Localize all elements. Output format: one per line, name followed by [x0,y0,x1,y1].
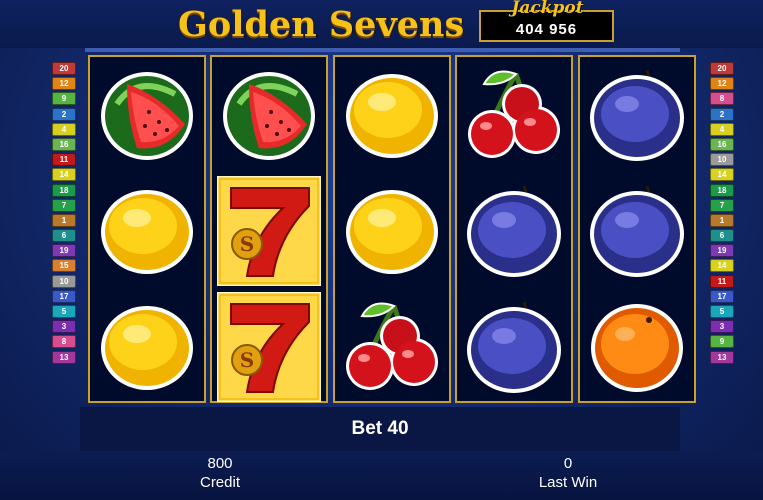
payline-badge-right-3[interactable]: 3 [710,320,734,334]
seven-icon: S [212,173,326,288]
lemon-icon [335,173,449,288]
payline-indicators-right: 20 12 8 2 4 16 10 14 18 7 1 6 19 14 11 17 5 3 9 13 [710,62,734,366]
payline-badge-right-9[interactable]: 9 [710,335,734,349]
reels-area[interactable]: S S [88,55,700,405]
payline-badge-right-17[interactable]: 17 [710,289,734,303]
payline-badge-right-10[interactable]: 10 [710,153,734,167]
jackpot-label: Jackpot [511,0,584,18]
payline-badge-right-6[interactable]: 6 [710,229,734,243]
credit-label: Credit [199,474,240,491]
svg-text:S: S [240,232,254,256]
payline-badge-right-12[interactable]: 12 [710,77,734,91]
payline-badge-left-4[interactable]: 4 [52,122,76,136]
credit-value: 800 [207,455,233,472]
payline-indicators-left: 20 12 9 2 4 16 11 14 18 7 1 6 19 15 10 17 5 3 8 13 [52,62,76,366]
svg-text:S: S [240,348,254,372]
payline-badge-left-20[interactable]: 20 [52,62,76,75]
bottom-bar [0,451,763,500]
payline-badge-left-8[interactable]: 8 [52,335,76,349]
header-divider [85,48,680,52]
seven-icon: S [212,289,326,404]
plum-icon [580,57,694,172]
payline-badge-right-11[interactable]: 11 [710,274,734,288]
payline-badge-right-16[interactable]: 16 [710,137,734,151]
jackpot-value: 404 956 [515,21,578,38]
watermelon-icon [212,57,326,172]
payline-badge-left-17[interactable]: 17 [52,289,76,303]
payline-badge-left-5[interactable]: 5 [52,305,76,318]
plum-icon [457,173,571,288]
payline-badge-right-20[interactable]: 20 [710,62,734,75]
payline-badge-right-8[interactable]: 8 [710,92,734,106]
watermelon-icon [90,57,204,172]
last-win-display: 0 Last Win [488,455,648,491]
payline-badge-left-2[interactable]: 2 [52,107,76,121]
game-title: Golden Sevens [178,4,465,45]
credit-display: 800 Credit [140,455,300,491]
payline-badge-right-14[interactable]: 14 [710,259,734,273]
payline-badge-left-11[interactable]: 11 [52,153,76,167]
payline-badge-left-16[interactable]: 16 [52,137,76,151]
payline-badge-left-10[interactable]: 10 [52,274,76,288]
plum-icon [457,289,571,404]
payline-badge-right-18[interactable]: 18 [710,183,734,197]
payline-badge-right-7[interactable]: 7 [710,198,734,212]
lemon-icon [335,57,449,172]
payline-badge-right-4[interactable]: 4 [710,122,734,136]
cherries-icon [457,57,571,172]
payline-badge-left-6[interactable]: 6 [52,229,76,243]
payline-badge-left-9[interactable]: 9 [52,92,76,106]
payline-badge-left-15[interactable]: 15 [52,259,76,273]
lemon-icon [90,173,204,288]
last-win-label: Last Win [538,474,598,491]
payline-badge-left-1[interactable]: 1 [52,213,76,227]
reel-5 [578,55,696,403]
payline-badge-right-19[interactable]: 19 [710,244,734,258]
reel-1 [88,55,206,403]
reel-4 [455,55,573,403]
orange-icon [580,289,694,404]
lemon-icon [90,289,204,404]
payline-badge-right-5[interactable]: 5 [710,305,734,318]
payline-badge-left-12[interactable]: 12 [52,77,76,91]
plum-icon [580,173,694,288]
payline-badge-right-14[interactable]: 14 [710,168,734,182]
cherries-icon [335,289,449,404]
payline-badge-left-3[interactable]: 3 [52,320,76,334]
bet-label[interactable]: Bet 40 [80,418,680,440]
payline-badge-left-13[interactable]: 13 [52,350,76,364]
payline-badge-right-1[interactable]: 1 [710,213,734,227]
reel-3 [333,55,451,403]
last-win-value: 0 [563,455,573,472]
payline-badge-left-7[interactable]: 7 [52,198,76,212]
payline-badge-left-19[interactable]: 19 [52,244,76,258]
payline-badge-right-13[interactable]: 13 [710,350,734,364]
payline-badge-left-14[interactable]: 14 [52,168,76,182]
payline-badge-right-2[interactable]: 2 [710,107,734,121]
payline-badge-left-18[interactable]: 18 [52,183,76,197]
reel-2: S S [210,55,328,403]
